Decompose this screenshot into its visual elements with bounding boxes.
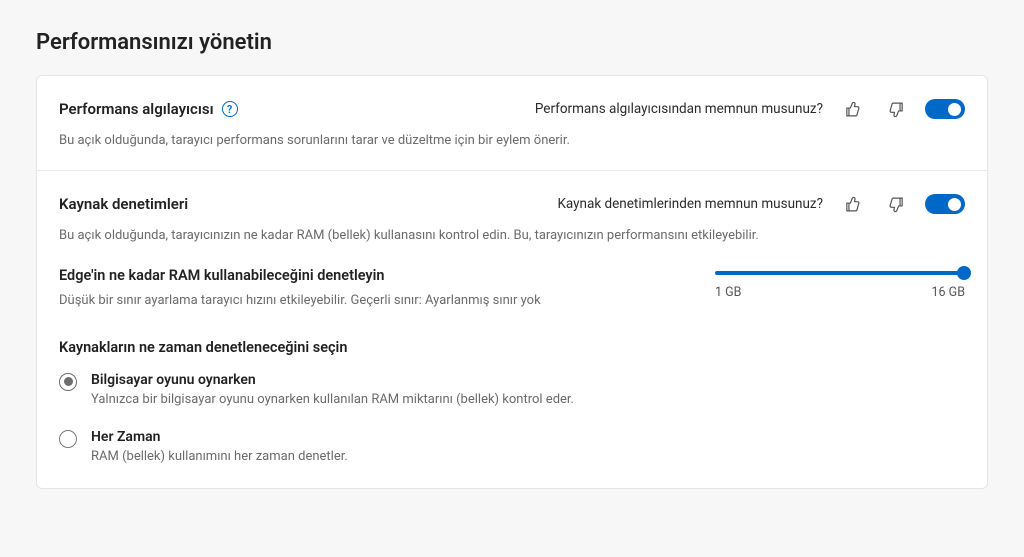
thumbs-up-button[interactable] xyxy=(837,189,867,219)
ram-limit-subsection: Edge'in ne kadar RAM kullanabileceğini d… xyxy=(59,267,965,310)
ram-limit-title: Edge'in ne kadar RAM kullanabileceğini d… xyxy=(59,267,675,284)
detector-feedback-question: Performans algılayıcısından memnun musun… xyxy=(535,101,823,117)
page-title: Performansınızı yönetin xyxy=(36,30,988,55)
radio-gaming-label: Bilgisayar oyunu oynarken xyxy=(91,372,574,388)
thumbs-up-icon xyxy=(844,196,861,213)
performance-detector-title: Performans algılayıcısı xyxy=(59,100,214,118)
ram-slider[interactable] xyxy=(715,271,965,275)
radio-always-label: Her Zaman xyxy=(91,429,348,445)
thumbs-down-button[interactable] xyxy=(881,189,911,219)
resource-controls-section: Kaynak denetimleri Kaynak denetimlerinde… xyxy=(37,171,987,487)
when-control-title: Kaynakların ne zaman denetleneceğini seç… xyxy=(59,339,965,356)
thumbs-down-icon xyxy=(888,101,905,118)
resource-controls-desc: Bu açık olduğunda, tarayıcınızın ne kada… xyxy=(59,227,965,245)
settings-card: Performans algılayıcısı Performans algıl… xyxy=(36,75,988,489)
ram-limit-desc: Düşük bir sınır ayarlama tarayıcı hızını… xyxy=(59,292,675,310)
performance-detector-section: Performans algılayıcısı Performans algıl… xyxy=(37,76,987,171)
ram-max-label: 16 GB xyxy=(932,285,965,300)
resources-feedback-question: Kaynak denetimlerinden memnun musunuz? xyxy=(557,196,823,212)
radio-gaming[interactable]: Bilgisayar oyunu oynarken Yalnızca bir b… xyxy=(59,372,965,407)
ram-slider-thumb[interactable] xyxy=(957,266,971,280)
thumbs-down-button[interactable] xyxy=(881,94,911,124)
resource-controls-toggle[interactable] xyxy=(925,194,965,214)
radio-gaming-desc: Yalnızca bir bilgisayar oyunu oynarken k… xyxy=(91,392,574,407)
performance-detector-toggle[interactable] xyxy=(925,99,965,119)
resource-controls-title: Kaynak denetimleri xyxy=(59,195,188,213)
radio-icon xyxy=(59,430,77,448)
thumbs-up-icon xyxy=(844,101,861,118)
ram-min-label: 1 GB xyxy=(715,285,741,300)
thumbs-up-button[interactable] xyxy=(837,94,867,124)
radio-icon xyxy=(59,373,77,391)
radio-always-desc: RAM (bellek) kullanımını her zaman denet… xyxy=(91,449,348,464)
performance-detector-desc: Bu açık olduğunda, tarayıcı performans s… xyxy=(59,132,965,150)
info-icon[interactable] xyxy=(222,101,238,117)
thumbs-down-icon xyxy=(888,196,905,213)
radio-always[interactable]: Her Zaman RAM (bellek) kullanımını her z… xyxy=(59,429,965,464)
